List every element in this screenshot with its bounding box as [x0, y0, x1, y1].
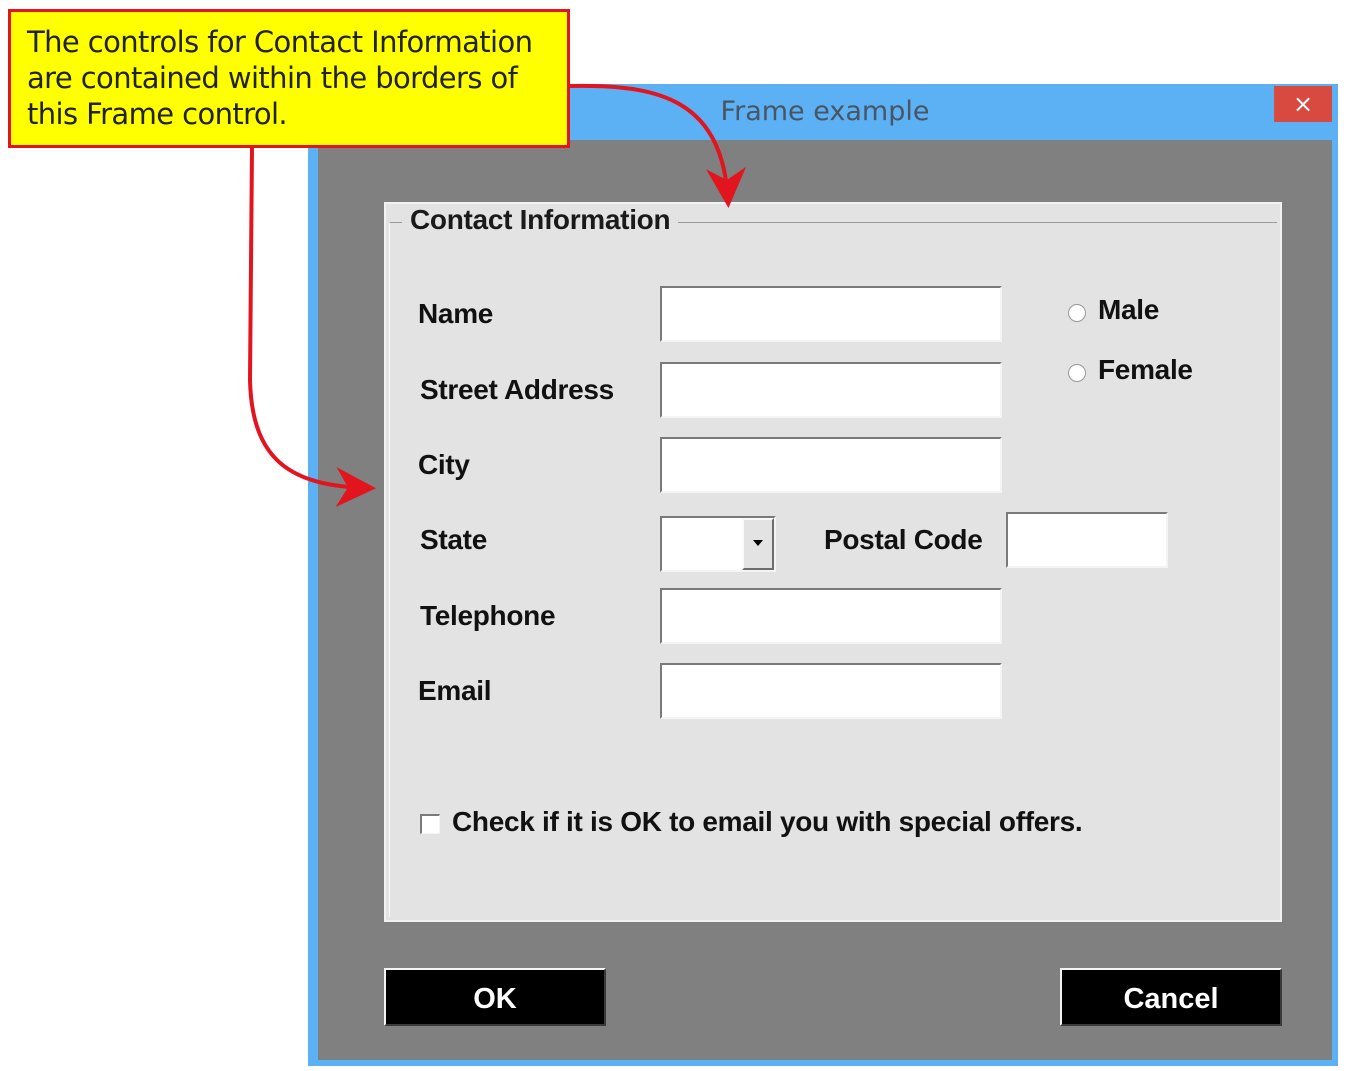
arrow-to-frame-caption: [569, 83, 747, 208]
annotation-callout: The controls for Contact Information are…: [8, 9, 570, 148]
arrow-to-frame-border: [247, 147, 376, 508]
callout-arrows: [247, 83, 747, 508]
